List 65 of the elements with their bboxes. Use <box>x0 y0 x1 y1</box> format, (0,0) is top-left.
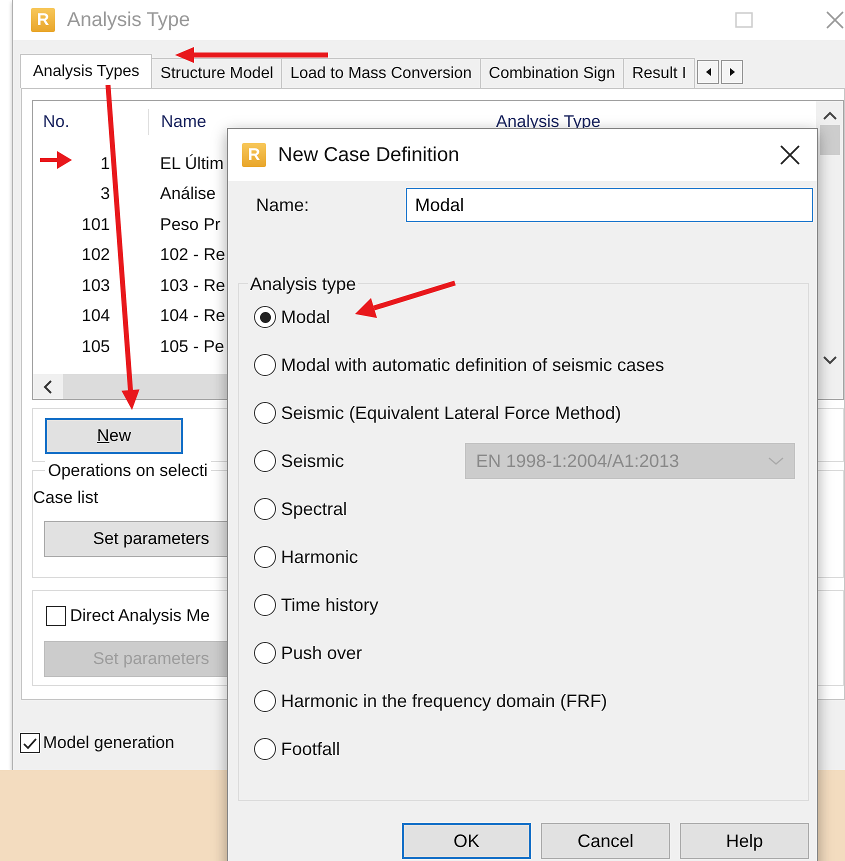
checkbox[interactable] <box>20 732 40 753</box>
chevron-down-icon <box>768 456 784 466</box>
table-cell: 3 <box>100 184 110 203</box>
radio-button[interactable] <box>254 738 276 760</box>
tab-scroll-right-button[interactable] <box>721 60 744 84</box>
name-field[interactable]: Modal <box>406 188 813 222</box>
window-title: Analysis Type <box>67 8 190 33</box>
checkmark-icon <box>22 736 38 750</box>
dialog-button[interactable]: Help <box>680 823 809 859</box>
radio-button[interactable] <box>254 402 276 424</box>
table-cell: 101 <box>82 214 110 234</box>
radio-button[interactable] <box>254 546 276 568</box>
annotation-arrow <box>40 151 72 169</box>
radio-button[interactable] <box>254 354 276 376</box>
tab-scroll-left-button[interactable] <box>697 60 720 84</box>
table-cell: 103 - Re <box>160 276 226 294</box>
table-cell: 105 - Pe <box>160 336 224 356</box>
option-label: Time history <box>281 594 378 617</box>
table-cell: 103 <box>82 276 110 294</box>
chevron-up-icon[interactable] <box>822 111 836 121</box>
app-logo: R <box>242 143 266 167</box>
name-label: Name: <box>255 194 310 216</box>
tab[interactable]: Result I <box>623 58 696 88</box>
app-logo: R <box>31 8 55 32</box>
table-cell: 102 <box>82 245 110 264</box>
radio-button[interactable] <box>254 594 276 616</box>
right-triangle-icon <box>728 67 736 77</box>
left-triangle-icon <box>704 67 712 77</box>
option-label: Footfall <box>281 738 340 760</box>
radio-button[interactable] <box>254 498 276 520</box>
radio-button[interactable] <box>254 690 276 712</box>
radio-button[interactable] <box>254 642 276 664</box>
table-cell: 104 <box>82 306 110 325</box>
dialog-button[interactable]: OK <box>402 823 531 859</box>
chevron-down-icon[interactable] <box>822 355 836 365</box>
checkbox-label: Direct Analysis Me <box>70 605 210 627</box>
table-cell: 1 <box>100 154 110 172</box>
option-label: Spectral <box>281 498 348 521</box>
option-label: Seismic <box>281 450 344 472</box>
scroll-left-button[interactable] <box>33 374 63 399</box>
table-cell: 105 <box>82 336 110 356</box>
dialog-button[interactable]: Cancel <box>541 823 670 859</box>
table-cell: Peso Pr <box>160 214 220 234</box>
radio-button[interactable] <box>254 306 276 328</box>
table-cell: EL Últim <box>160 154 224 172</box>
option-label: Modal <box>281 306 330 328</box>
new-button[interactable]: New <box>45 418 183 454</box>
table-cell: 102 - Re <box>160 245 226 264</box>
radio-button[interactable] <box>254 450 276 472</box>
dialog-title: New Case Definition <box>278 143 460 168</box>
column-header[interactable]: No. <box>33 109 148 135</box>
close-icon[interactable] <box>825 10 845 30</box>
case-list-label: Case list <box>33 487 98 509</box>
chevron-left-icon <box>43 380 53 394</box>
close-button[interactable] <box>779 144 801 166</box>
scrollbar-thumb[interactable] <box>820 125 840 155</box>
option-label: Modal with automatic definition of seismic cases <box>281 354 664 376</box>
table-cell: 104 - Re <box>160 306 226 325</box>
table-cell: Análise <box>160 184 216 203</box>
option-label: Harmonic in the frequency domain (FRF) <box>281 690 608 713</box>
checkbox[interactable] <box>46 606 66 626</box>
close-icon <box>779 144 801 166</box>
tab[interactable]: Analysis Types <box>20 54 152 88</box>
option-label: Seismic (Equivalent Lateral Force Method) <box>281 402 622 425</box>
checkbox-label: Model generation <box>43 732 174 754</box>
